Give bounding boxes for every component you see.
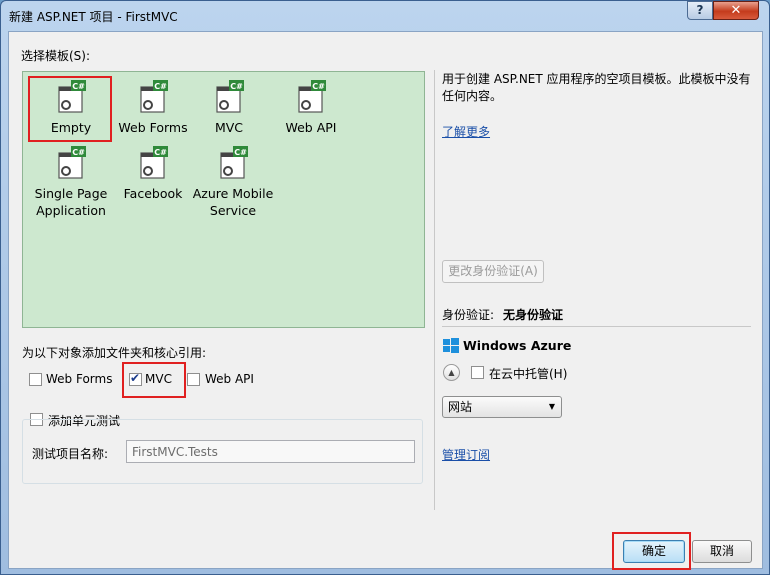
cancel-button[interactable]: 取消 (692, 540, 752, 563)
references-label: 为以下对象添加文件夹和核心引用: (22, 346, 207, 360)
test-project-name-input[interactable] (126, 440, 415, 463)
template-label: MVC (214, 120, 244, 135)
web-api-reference-label: Web API (205, 372, 254, 386)
project-template-icon: C# (215, 146, 251, 182)
collapse-icon[interactable]: ▲ (443, 364, 460, 381)
auth-divider (442, 326, 751, 327)
project-template-icon: C# (135, 146, 171, 182)
dialog-client: 选择模板(S): C# Empty C# Web Forms C# MVC C#… (8, 31, 763, 570)
template-label-line2: Application (36, 203, 106, 218)
template-azure-mobile-service[interactable]: C# Azure Mobile Service (187, 146, 279, 219)
template-label-line2: Service (209, 203, 257, 218)
svg-text:C#: C# (234, 148, 247, 157)
template-label: Web Forms (118, 120, 188, 135)
svg-text:C#: C# (154, 148, 167, 157)
template-list: C# Empty C# Web Forms C# MVC C# Web API … (22, 71, 425, 328)
host-in-cloud-label: 在云中托管(H) (489, 367, 568, 381)
project-template-icon: C# (53, 146, 89, 182)
web-api-reference-checkbox[interactable] (187, 373, 200, 386)
template-label-line1: Azure Mobile (192, 186, 274, 201)
azure-site-selected: 网站 (448, 400, 473, 414)
test-project-name-label: 测试项目名称: (32, 447, 109, 461)
window-title: 新建 ASP.NET 项目 - FirstMVC (9, 10, 178, 24)
ok-button-highlight (612, 532, 691, 570)
template-web-api[interactable]: C# Web API (269, 80, 353, 136)
web-forms-reference-label: Web Forms (46, 372, 113, 386)
title-bar[interactable]: 新建 ASP.NET 项目 - FirstMVC ? ✕ (1, 1, 769, 31)
project-template-icon: C# (135, 80, 171, 116)
template-web-forms[interactable]: C# Web Forms (111, 80, 195, 136)
web-forms-reference-checkbox[interactable] (29, 373, 42, 386)
unit-test-group: 测试项目名称: (22, 419, 423, 484)
azure-heading: Windows Azure (463, 338, 572, 353)
manage-subscriptions-link[interactable]: 管理订阅 (442, 446, 490, 463)
project-template-icon: C# (211, 80, 247, 116)
template-section-label: 选择模板(S): (21, 49, 91, 63)
template-label: Web API (285, 120, 337, 135)
auth-value: 无身份验证 (503, 308, 564, 322)
template-label: Facebook (123, 186, 183, 201)
dropdown-arrow-icon: ▼ (548, 402, 555, 411)
host-in-cloud-checkbox[interactable] (471, 366, 484, 379)
change-authentication-button[interactable]: 更改身份验证(A) (442, 260, 544, 283)
template-label-line1: Single Page (34, 186, 108, 201)
windows-logo-icon (443, 338, 459, 357)
template-mvc[interactable]: C# MVC (187, 80, 271, 136)
dialog-window: 新建 ASP.NET 项目 - FirstMVC ? ✕ 选择模板(S): C#… (0, 0, 770, 575)
column-divider (434, 70, 435, 510)
close-button[interactable]: ✕ (713, 1, 759, 20)
template-single-page-application[interactable]: C# Single Page Application (23, 146, 119, 219)
selected-template-highlight (28, 76, 112, 142)
azure-site-select[interactable]: 网站 ▼ (442, 396, 562, 418)
template-description-line2: 任何内容。 (442, 89, 503, 103)
svg-text:C#: C# (154, 82, 167, 91)
learn-more-link[interactable]: 了解更多 (442, 123, 490, 140)
auth-label: 身份验证: (442, 308, 495, 322)
help-button[interactable]: ? (687, 1, 713, 20)
svg-text:C#: C# (312, 82, 325, 91)
svg-text:C#: C# (230, 82, 243, 91)
template-facebook[interactable]: C# Facebook (111, 146, 195, 202)
mvc-reference-highlight (122, 362, 186, 398)
project-template-icon: C# (293, 80, 329, 116)
template-description-line1: 用于创建 ASP.NET 应用程序的空项目模板。此模板中没有 (442, 72, 751, 86)
svg-text:C#: C# (72, 148, 85, 157)
